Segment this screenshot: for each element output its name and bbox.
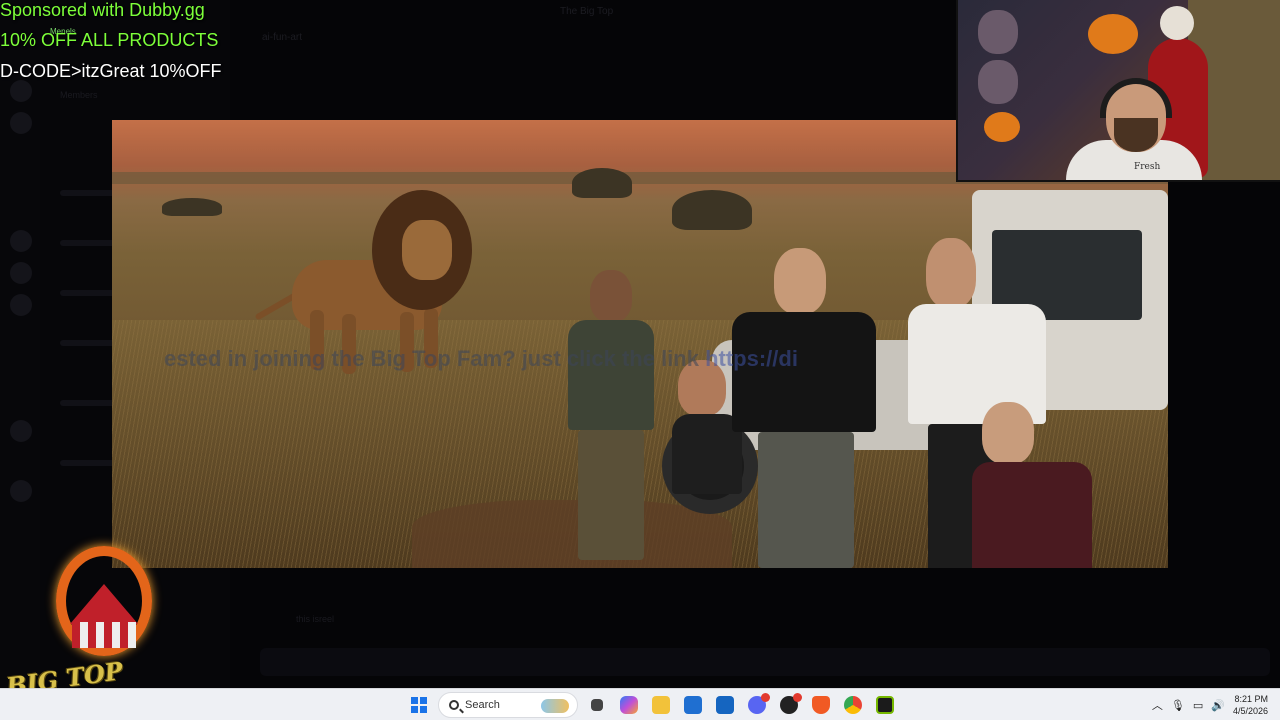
members-label: Members <box>60 90 98 100</box>
skull-decoration <box>978 60 1018 104</box>
copilot-icon <box>620 696 638 714</box>
lion <box>254 190 482 374</box>
search-placeholder: Search <box>465 699 500 711</box>
obs-button[interactable] <box>776 692 802 718</box>
store-icon <box>684 696 702 714</box>
taskbar-apps: Search <box>406 689 898 720</box>
task-view-icon <box>591 699 603 711</box>
sponsor-line: Sponsored with Dubby.gg <box>0 0 205 20</box>
chrome-button[interactable] <box>840 692 866 718</box>
taskbar: Search ︿ 🎙 ▭ 🔊 8:21 PM 4/5/2026 <box>0 688 1280 720</box>
search-icon <box>449 700 459 710</box>
discount-line: 10% OFF ALL PRODUCTS <box>0 30 219 50</box>
server-icon[interactable] <box>10 262 32 284</box>
server-icon[interactable] <box>10 80 32 102</box>
task-view-button[interactable] <box>584 692 610 718</box>
chrome-icon <box>844 696 862 714</box>
network-icon[interactable]: ▭ <box>1193 699 1203 712</box>
windows-logo-icon <box>411 697 427 713</box>
nvidia-button[interactable] <box>872 692 898 718</box>
brave-icon <box>812 696 830 714</box>
recording-badge <box>793 693 802 702</box>
discount-code-line: D-CODE>itzGreat 10%OFF <box>0 61 222 81</box>
message-composer[interactable] <box>260 648 1270 676</box>
clock[interactable]: 8:21 PM 4/5/2026 <box>1233 693 1268 717</box>
skull-decoration <box>978 10 1018 54</box>
store-button[interactable] <box>680 692 706 718</box>
brave-button[interactable] <box>808 692 834 718</box>
circus-tent-icon <box>70 584 138 624</box>
server-icon[interactable] <box>10 112 32 134</box>
microphone-icon[interactable]: 🎙 <box>1171 699 1185 712</box>
server-icon[interactable] <box>10 480 32 502</box>
server-icon[interactable] <box>10 294 32 316</box>
outlook-button[interactable] <box>712 692 738 718</box>
nvidia-icon <box>876 696 894 714</box>
webcam-overlay: Fresh <box>956 0 1280 182</box>
dirt-path <box>412 500 732 568</box>
invite-link[interactable]: https://di <box>705 346 798 371</box>
system-tray: ︿ 🎙 ▭ 🔊 8:21 PM 4/5/2026 <box>1152 689 1280 720</box>
tree <box>162 198 222 216</box>
message-preview: this isreel <box>296 614 335 624</box>
pumpkin-decoration <box>1088 14 1138 54</box>
folder-icon <box>652 696 670 714</box>
notification-badge <box>761 693 770 702</box>
chevron-up-icon[interactable]: ︿ <box>1152 697 1163 713</box>
file-explorer-button[interactable] <box>648 692 674 718</box>
channel-logo: BIG TOP <box>0 540 160 701</box>
discord-button[interactable] <box>744 692 770 718</box>
tree <box>572 168 632 198</box>
window-title: The Big Top <box>560 6 614 17</box>
clock-time: 8:21 PM <box>1234 694 1268 704</box>
copilot-button[interactable] <box>616 692 642 718</box>
outlook-icon <box>716 696 734 714</box>
server-icon[interactable] <box>10 420 32 442</box>
taskbar-search[interactable]: Search <box>438 692 578 718</box>
start-button[interactable] <box>406 692 432 718</box>
shared-image[interactable]: ested in joining the Big Top Fam? just c… <box>112 120 1168 568</box>
volume-icon[interactable]: 🔊 <box>1211 699 1225 712</box>
search-highlight-icon <box>541 699 569 713</box>
channel-title: ai-fun-art <box>262 32 303 43</box>
scrolling-invite-text: ested in joining the Big Top Fam? just c… <box>164 346 798 371</box>
clock-date: 4/5/2026 <box>1232 706 1268 716</box>
pumpkin-decoration <box>984 112 1020 142</box>
shirt-text: Fresh <box>1134 162 1161 172</box>
server-icon[interactable] <box>10 230 32 252</box>
